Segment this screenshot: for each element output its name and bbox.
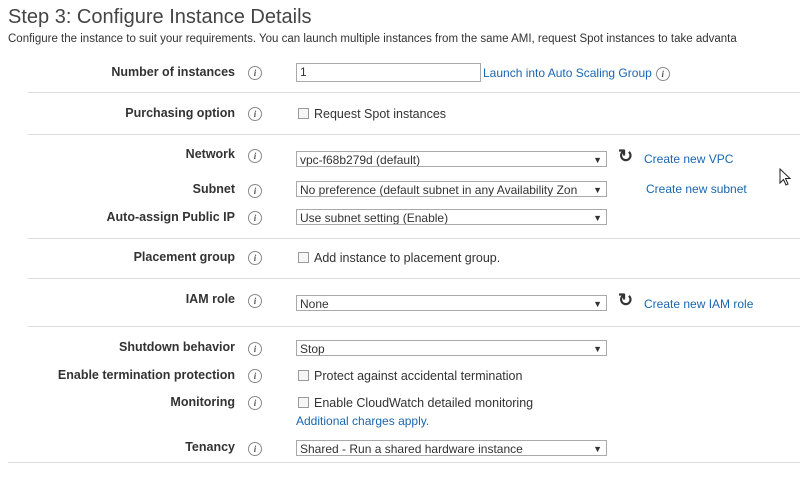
shutdown-behavior-select[interactable]: Stop ▼	[296, 340, 607, 356]
create-new-subnet-link[interactable]: Create new subnet	[646, 182, 747, 196]
divider	[28, 278, 800, 279]
auto-assign-ip-value: Use subnet setting (Enable)	[300, 211, 449, 225]
shutdown-behavior-value: Stop	[300, 342, 325, 356]
auto-assign-ip-label: Auto-assign Public IP	[106, 210, 236, 224]
iam-role-value: None	[300, 297, 329, 311]
chevron-down-icon: ▼	[593, 155, 602, 165]
monitoring-checkbox-row[interactable]: Enable CloudWatch detailed monitoring	[298, 396, 533, 410]
subnet-select-value: No preference (default subnet in any Ava…	[300, 183, 578, 197]
info-icon[interactable]: i	[248, 442, 262, 456]
monitoring-checkbox[interactable]	[298, 397, 309, 409]
monitoring-label: Monitoring	[170, 395, 235, 409]
info-icon[interactable]: i	[248, 369, 262, 383]
info-icon[interactable]: i	[248, 342, 262, 356]
divider	[28, 326, 800, 327]
termination-protection-label: Enable termination protection	[57, 368, 235, 382]
refresh-icon[interactable]: ↻	[618, 291, 633, 309]
create-new-iam-role-link[interactable]: Create new IAM role	[644, 297, 753, 311]
tenancy-value: Shared - Run a shared hardware instance	[300, 442, 523, 456]
launch-auto-scaling-link[interactable]: Launch into Auto Scaling Group i	[483, 66, 670, 81]
info-icon[interactable]: i	[248, 184, 262, 198]
divider	[28, 92, 800, 93]
divider	[28, 238, 800, 239]
tenancy-label: Tenancy	[185, 440, 235, 454]
chevron-down-icon: ▼	[593, 344, 602, 354]
tenancy-select[interactable]: Shared - Run a shared hardware instance …	[296, 440, 607, 456]
termination-protection-checkbox[interactable]	[298, 370, 309, 382]
shutdown-behavior-label: Shutdown behavior	[119, 340, 235, 354]
termination-protection-checkbox-label[interactable]: Protect against accidental termination	[314, 369, 522, 383]
network-select-value: vpc-f68b279d (default)	[300, 153, 421, 167]
termination-protection-checkbox-row[interactable]: Protect against accidental termination	[298, 369, 522, 383]
divider	[8, 462, 800, 463]
network-label: Network	[185, 147, 235, 161]
divider	[28, 134, 800, 135]
subnet-label: Subnet	[192, 182, 235, 196]
info-icon[interactable]: i	[655, 66, 670, 81]
info-icon[interactable]: i	[248, 149, 262, 163]
iam-role-label: IAM role	[185, 292, 235, 306]
number-of-instances-label: Number of instances	[111, 65, 235, 79]
purchasing-option-label: Purchasing option	[125, 106, 235, 120]
chevron-down-icon: ▼	[593, 185, 602, 195]
mouse-cursor-icon	[779, 168, 792, 186]
number-of-instances-input[interactable]: 1	[296, 63, 481, 82]
info-icon[interactable]: i	[248, 107, 262, 121]
create-new-vpc-link[interactable]: Create new VPC	[644, 152, 733, 166]
info-icon[interactable]: i	[248, 294, 262, 308]
info-icon[interactable]: i	[248, 66, 262, 80]
request-spot-checkbox-row[interactable]: Request Spot instances	[298, 107, 446, 121]
refresh-icon[interactable]: ↻	[618, 147, 633, 165]
placement-group-checkbox-label[interactable]: Add instance to placement group.	[314, 251, 500, 265]
info-icon[interactable]: i	[248, 211, 262, 225]
placement-group-checkbox[interactable]	[298, 252, 309, 264]
chevron-down-icon: ▼	[593, 444, 602, 454]
additional-charges-link[interactable]: Additional charges apply.	[296, 414, 429, 428]
iam-role-select[interactable]: None ▼	[296, 295, 607, 311]
info-icon[interactable]: i	[248, 396, 262, 410]
info-icon[interactable]: i	[248, 251, 262, 265]
subnet-select[interactable]: No preference (default subnet in any Ava…	[296, 181, 607, 197]
page-subtitle: Configure the instance to suit your requ…	[8, 33, 737, 45]
launch-auto-scaling-label[interactable]: Launch into Auto Scaling Group	[483, 66, 652, 80]
chevron-down-icon: ▼	[593, 213, 602, 223]
auto-assign-ip-select[interactable]: Use subnet setting (Enable) ▼	[296, 209, 607, 225]
page-title: Step 3: Configure Instance Details	[8, 6, 312, 28]
placement-group-label: Placement group	[133, 250, 235, 264]
monitoring-checkbox-label[interactable]: Enable CloudWatch detailed monitoring	[314, 396, 533, 410]
request-spot-label[interactable]: Request Spot instances	[314, 107, 446, 121]
request-spot-checkbox[interactable]	[298, 108, 309, 120]
chevron-down-icon: ▼	[593, 299, 602, 309]
network-select[interactable]: vpc-f68b279d (default) ▼	[296, 151, 607, 167]
placement-group-checkbox-row[interactable]: Add instance to placement group.	[298, 251, 500, 265]
